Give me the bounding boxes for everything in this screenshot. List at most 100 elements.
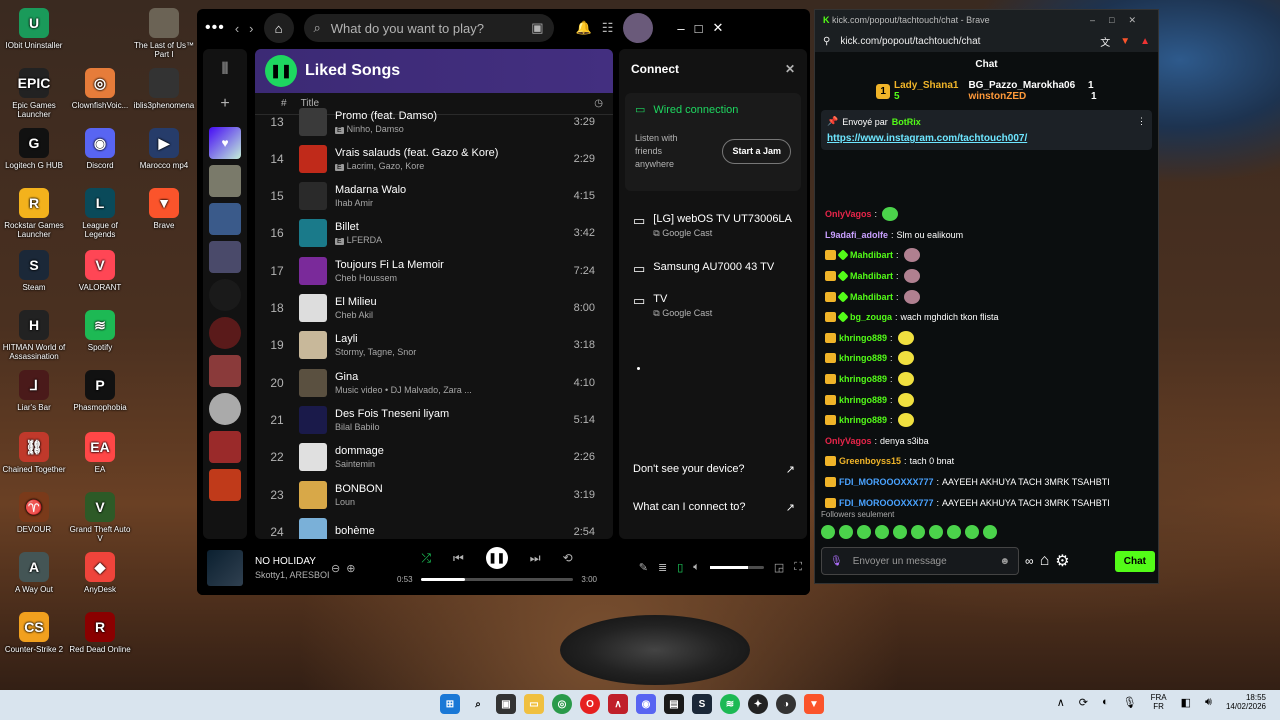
chat-input[interactable]: 🎙︎ Envoyer un message ☻ [821, 547, 1019, 575]
track-title[interactable]: bohème [335, 525, 553, 537]
playlist-thumb[interactable] [209, 317, 241, 349]
desktop-icon[interactable]: P Phasmophobia [66, 370, 134, 412]
playlist-thumb[interactable] [209, 393, 241, 425]
track-row[interactable]: 19 Layli Stormy, Tagne, Snor 3:18 [255, 327, 613, 364]
chat-username[interactable]: OnlyVagos [825, 436, 872, 446]
chat-username[interactable]: khringo889 [839, 395, 887, 405]
desktop-icon[interactable]: EPIC Epic Games Launcher [0, 68, 68, 119]
chat-username[interactable]: khringo889 [839, 415, 887, 425]
spotify-icon[interactable]: ≋ [720, 694, 740, 714]
site-info-icon[interactable]: ⚲ [823, 36, 830, 47]
track-row[interactable]: 14 Vrais salauds (feat. Gazo & Kore) E La… [255, 140, 613, 177]
fullscreen-icon[interactable]: ⛶ [794, 561, 802, 574]
tray-app-icon[interactable]: ◐ [1102, 696, 1109, 708]
chat-username[interactable]: bg_zouga [850, 312, 892, 322]
track-row[interactable]: 23 BONBON Loun 3:19 [255, 476, 613, 513]
tray-app-icon[interactable]: ⟳ [1079, 696, 1088, 709]
chat-username[interactable]: OnlyVagos [825, 209, 872, 219]
task-view-icon[interactable]: ▣ [496, 694, 516, 714]
previous-icon[interactable]: ⏮ [453, 551, 464, 566]
track-artist[interactable]: LFERDA [347, 235, 383, 245]
discord-icon[interactable]: ◉ [636, 694, 656, 714]
search-icon[interactable]: ⌕ [468, 694, 488, 714]
track-title[interactable]: Gina [335, 371, 553, 383]
chat-username[interactable]: Mahdibart [850, 271, 893, 281]
pinned-user[interactable]: BotRix [892, 117, 921, 127]
chat-username[interactable]: khringo889 [839, 374, 887, 384]
desktop-icon[interactable]: The Last of Us™ Part I [130, 8, 198, 59]
track-artist[interactable]: Cheb Houssem [335, 273, 397, 283]
track-title[interactable]: Promo (feat. Damso) [335, 110, 553, 122]
back-icon[interactable]: ‹ [235, 21, 239, 36]
desktop-icon[interactable]: ⛓ Chained Together [0, 432, 68, 474]
emote-icon[interactable] [983, 525, 997, 539]
emote-icon[interactable] [911, 525, 925, 539]
volume-slider[interactable] [709, 566, 764, 569]
shuffle-icon[interactable]: ⤮ [421, 551, 431, 566]
track-artist[interactable]: Saintemin [335, 459, 375, 469]
maximize-icon[interactable]: □ [1109, 15, 1128, 25]
cast-device[interactable]: ▭ [LG] webOS TV UT73006LA ⧉ Google Cast [619, 213, 807, 239]
desktop-icon[interactable]: ◎ ClownfishVoic... [66, 68, 134, 110]
chat-username[interactable]: L9adafi_adolfe [825, 230, 888, 240]
desktop-icon[interactable]: ◆ AnyDesk [66, 552, 134, 594]
desktop-icon[interactable]: L League of Legends [66, 188, 134, 239]
unpin-icon[interactable]: ⋮ [1137, 116, 1146, 127]
track-artist[interactable]: Cheb Akil [335, 310, 373, 320]
track-artist[interactable]: Loun [335, 497, 355, 507]
emote-icon[interactable] [821, 525, 835, 539]
desktop-icon[interactable]: R Rockstar Games Launcher [0, 188, 68, 239]
chat-username[interactable]: khringo889 [839, 333, 887, 343]
chat-username[interactable]: FDI_MOROOOXXX777 [839, 477, 934, 487]
now-playing-artist[interactable]: Skotty1, ARESBOI [255, 570, 331, 580]
browse-icon[interactable]: ▣ [531, 20, 543, 36]
mic-icon[interactable]: 🎙︎ [1123, 696, 1137, 709]
emote-icon[interactable] [857, 525, 871, 539]
track-row[interactable]: 20 Gina Music video • DJ Malvado, Zara .… [255, 364, 613, 401]
language-indicator[interactable]: FRA FR [1151, 693, 1167, 711]
more-menu-icon[interactable]: ••• [205, 19, 225, 37]
playlist-thumb[interactable] [209, 241, 241, 273]
connect-device-icon[interactable]: ▯ [677, 561, 683, 574]
pause-button[interactable]: ❚❚ [485, 547, 508, 569]
close-panel-icon[interactable]: ✕ [785, 62, 795, 76]
track-title[interactable]: El Milieu [335, 296, 553, 308]
chrome-icon[interactable]: ◎ [552, 694, 572, 714]
track-title[interactable]: dommage [335, 445, 553, 457]
emote-icon[interactable] [929, 525, 943, 539]
remove-icon[interactable]: ⊖ [331, 562, 340, 575]
search-bar[interactable]: ⌕ What do you want to play? ▣ [303, 14, 554, 42]
home-button[interactable]: ⌂ [263, 13, 294, 43]
track-row[interactable]: 13 Promo (feat. Damso) E Ninho, Damso 3:2… [255, 103, 613, 140]
track-row[interactable]: 22 dommage Saintemin 2:26 [255, 439, 613, 476]
what-can-connect-link[interactable]: What can I connect to? ↗ [633, 501, 795, 514]
track-row[interactable]: 18 El Milieu Cheb Akil 8:00 [255, 290, 613, 327]
library-icon[interactable]: ⫴ [203, 61, 247, 79]
now-playing-cover[interactable] [207, 550, 243, 586]
speaker-icon[interactable]: 🔊︎ [1205, 696, 1212, 709]
desktop-icon[interactable]: ◉ Discord [66, 128, 134, 170]
liked-songs-thumb[interactable]: ♥ [209, 127, 241, 159]
close-icon[interactable]: ✕ [1128, 15, 1150, 25]
settings-icon[interactable]: ⚙ [1055, 551, 1069, 571]
app-icon[interactable]: ▤ [664, 694, 684, 714]
chat-username[interactable]: Greenboyss15 [839, 456, 901, 466]
emote-icon[interactable] [965, 525, 979, 539]
track-artist[interactable]: Ninho, Damso [347, 124, 404, 134]
clock[interactable]: 18:55 14/02/2026 [1226, 693, 1266, 711]
desktop-icon[interactable]: ▼ Brave [130, 188, 198, 230]
add-icon[interactable]: ⊕ [346, 562, 355, 575]
cast-device[interactable]: ▭ Samsung AU7000 43 TV [619, 261, 807, 277]
brave-shield-icon[interactable]: ▼ [1120, 36, 1130, 47]
send-chat-button[interactable]: Chat [1114, 550, 1155, 572]
desktop-icon[interactable]: ≋ Spotify [66, 310, 134, 352]
steam-icon[interactable]: S [692, 694, 712, 714]
track-title[interactable]: BONBON [335, 483, 553, 495]
leader-name[interactable]: winstonZED [968, 91, 1026, 102]
mic-icon[interactable]: 🎙︎ [830, 556, 843, 567]
track-row[interactable]: 21 Des Fois Tneseni liyam Bilal Babilo 5… [255, 401, 613, 438]
desktop-icon[interactable]: V Grand Theft Auto V [66, 492, 134, 543]
maximize-icon[interactable]: □ [695, 21, 703, 36]
playlist-thumb[interactable] [209, 469, 241, 501]
cast-device[interactable]: ▭ TV ⧉ Google Cast [619, 293, 807, 319]
